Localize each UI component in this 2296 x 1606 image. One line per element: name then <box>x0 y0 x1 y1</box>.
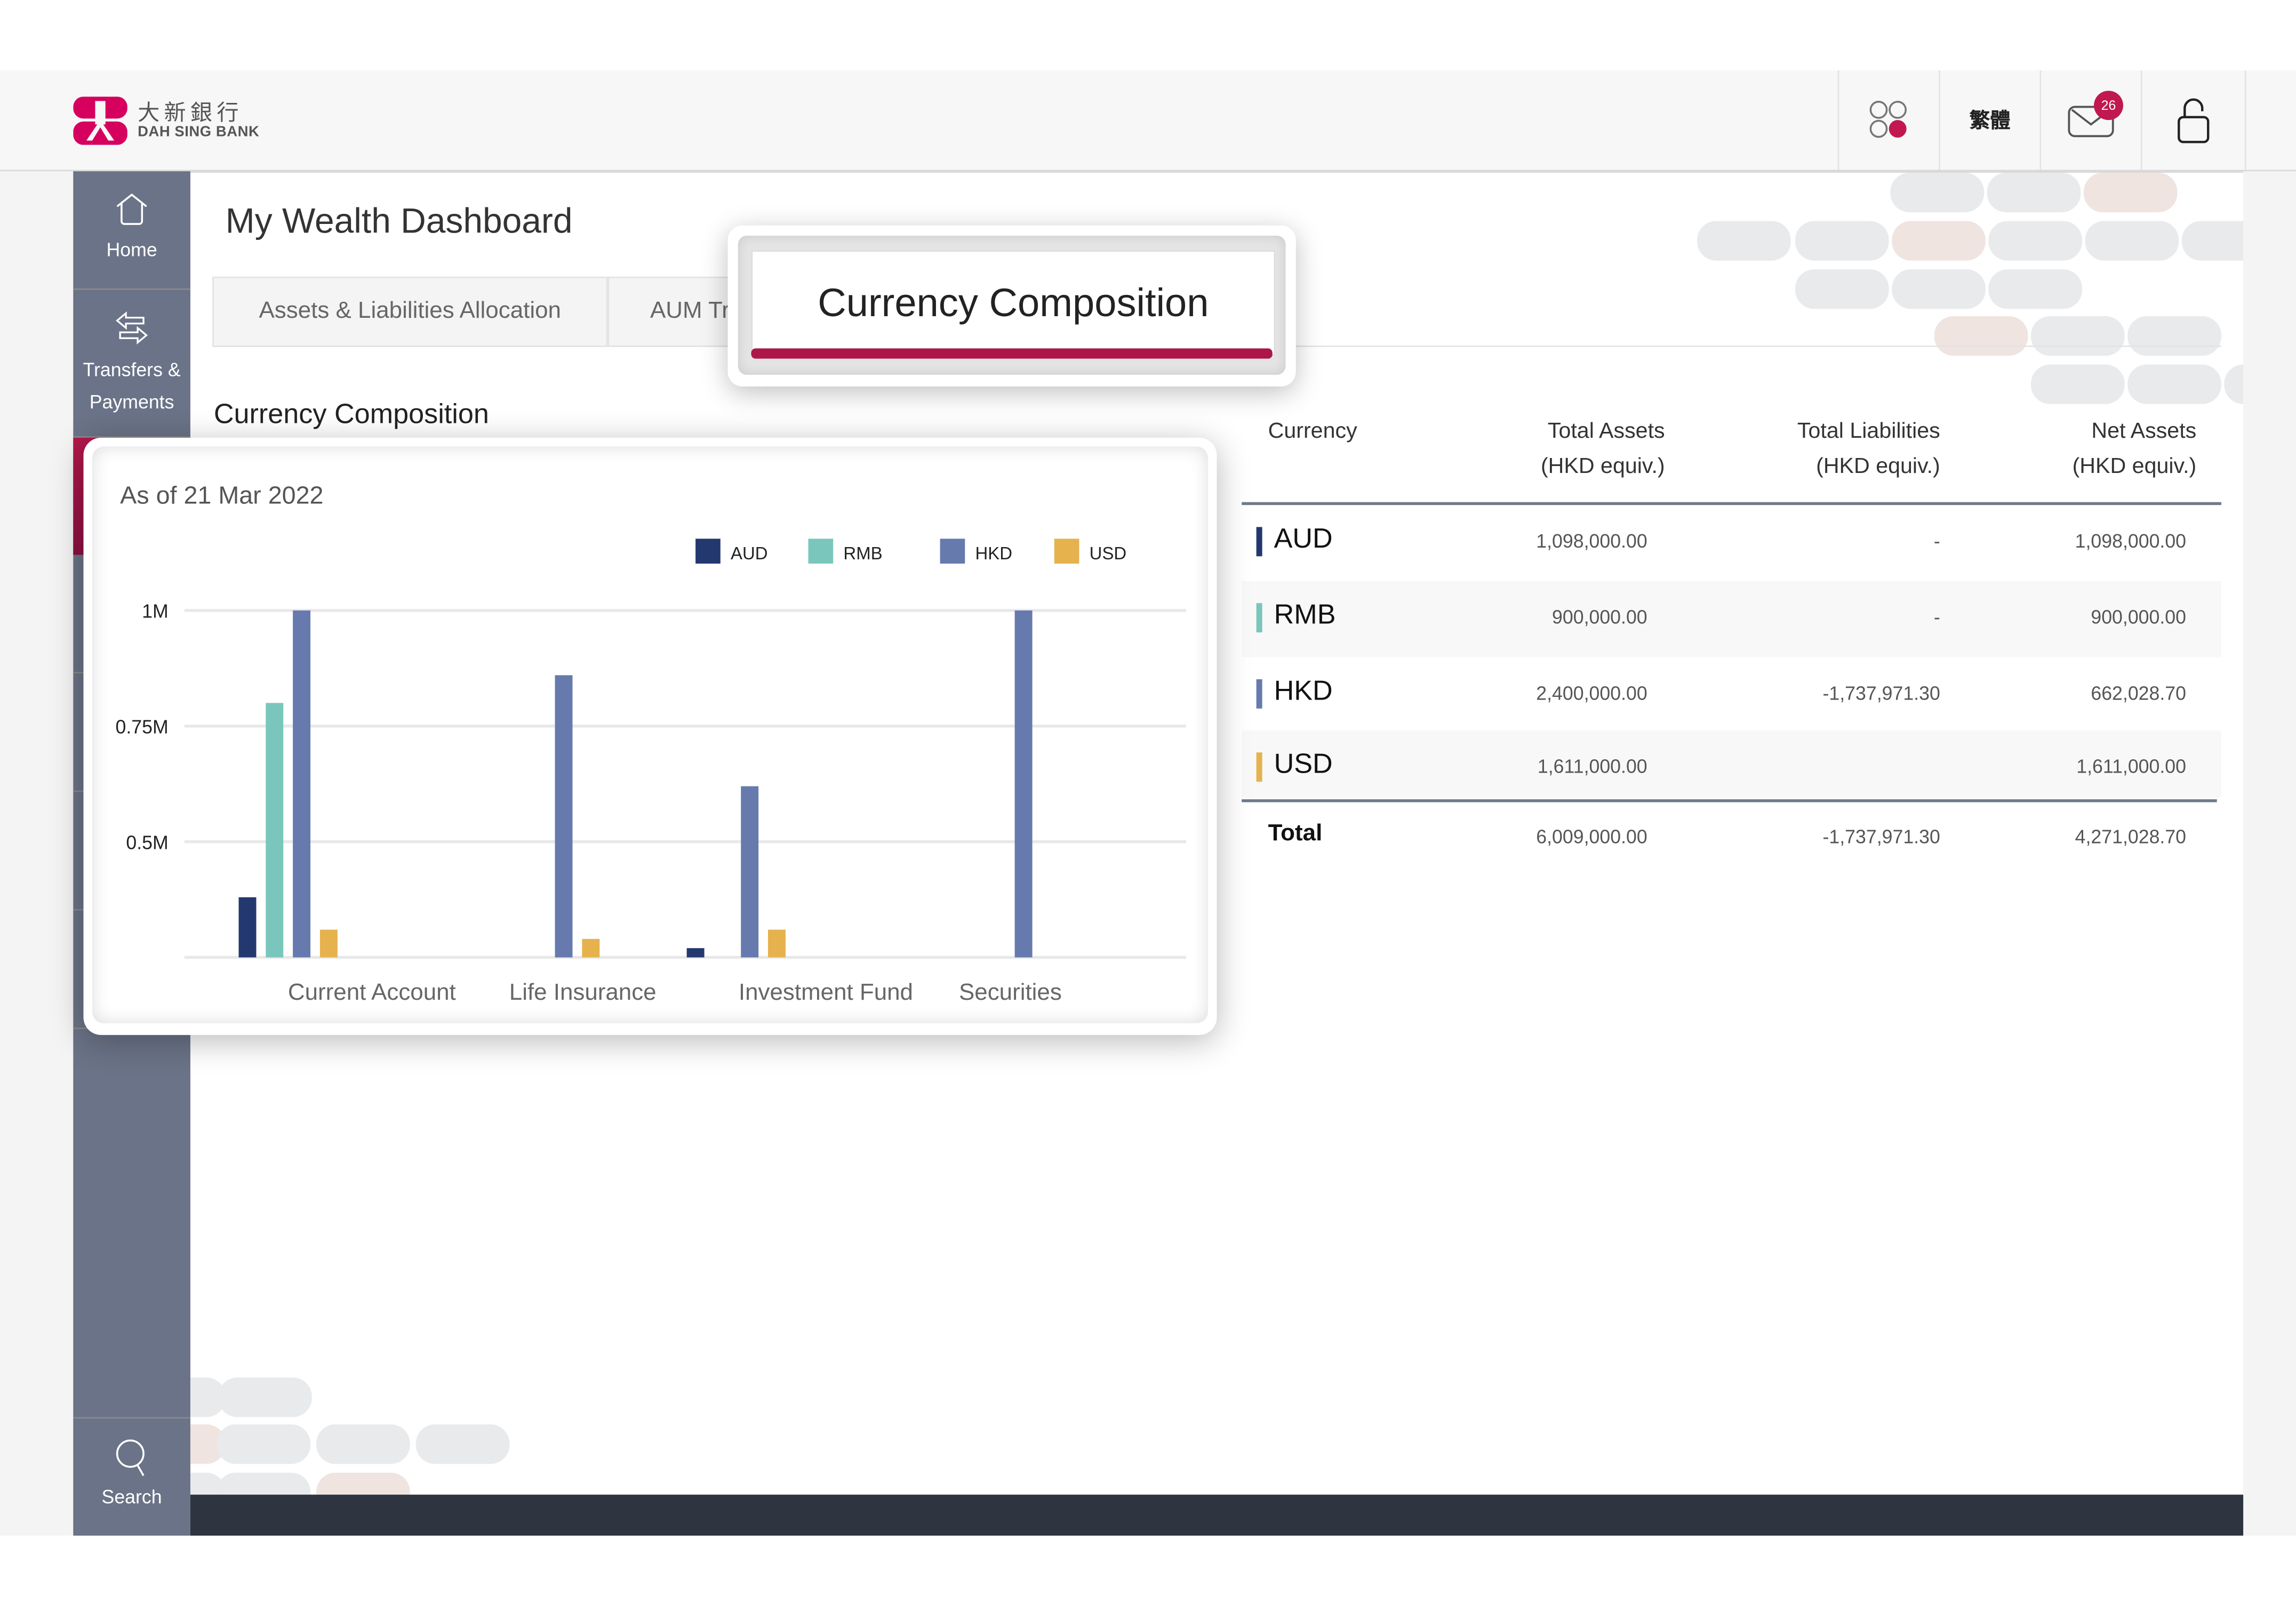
total-assets: 2,400,000.00 <box>1536 682 1647 704</box>
header-line: (HKD equiv.) <box>2072 454 2197 479</box>
total-liabilities: -1,737,971.30 <box>1822 682 1940 704</box>
table-row[interactable]: HKD 2,400,000.00 -1,737,971.30 662,028.7… <box>1242 657 2221 734</box>
total-liabilities: - <box>1933 606 1940 628</box>
bar-aud-current-account[interactable] <box>238 897 257 958</box>
column-header-net-assets: Net Assets (HKD equiv.) <box>2073 414 2197 485</box>
decorative-pattern-bottom <box>190 1376 630 1495</box>
x-tick-label: Securities <box>959 979 1062 1005</box>
right-gutter <box>2243 171 2296 1536</box>
header-line: Net Assets <box>2091 419 2197 444</box>
home-icon <box>116 193 147 225</box>
legend-swatch-rmb <box>808 539 834 564</box>
header-line: (HKD equiv.) <box>1540 454 1665 479</box>
table-row[interactable]: AUD 1,098,000.00 - 1,098,000.00 <box>1242 505 2221 581</box>
legend-label-aud: AUD <box>731 543 768 563</box>
tab-label: Currency Composition <box>818 281 1209 325</box>
x-tick-label: Investment Fund <box>739 979 913 1005</box>
header-line: (HKD equiv.) <box>1816 454 1940 479</box>
bar-usd-investment-fund[interactable] <box>768 929 786 958</box>
currency-color-marker <box>1256 527 1262 557</box>
transfer-icon <box>116 311 148 344</box>
currency-color-marker <box>1256 603 1262 633</box>
table-row[interactable]: RMB 900,000.00 - 900,000.00 <box>1242 581 2221 657</box>
header-line: Total Assets <box>1547 419 1665 444</box>
tab-assets-liabilities[interactable]: Assets & Liabilities Allocation <box>212 276 608 347</box>
tab-currency-composition-highlight[interactable]: Currency Composition <box>727 225 1296 387</box>
total-liabilities: -1,737,971.30 <box>1822 825 1940 848</box>
bar-hkd-life-insurance[interactable] <box>555 675 573 958</box>
x-tick-label: Current Account <box>288 979 456 1005</box>
y-tick-label: 0.75M <box>116 716 169 737</box>
total-row: Total 6,009,000.00 -1,737,971.30 4,271,0… <box>1242 802 2221 870</box>
page-title: My Wealth Dashboard <box>225 202 573 242</box>
legend-label-usd: USD <box>1090 543 1127 563</box>
net-assets: 900,000.00 <box>2091 606 2187 628</box>
table-row[interactable]: USD 1,611,000.00 1,611,000.00 <box>1242 730 2221 798</box>
currency-label: RMB <box>1274 600 1336 631</box>
total-assets: 1,098,000.00 <box>1536 529 1647 552</box>
legend-swatch-usd <box>1054 539 1079 564</box>
y-tick-label: 1M <box>142 601 169 622</box>
sidebar-item-label: Search <box>101 1485 162 1508</box>
legend-label-rmb: RMB <box>843 543 882 563</box>
total-liabilities: - <box>1933 529 1940 552</box>
net-assets: 1,611,000.00 <box>2076 755 2187 777</box>
bar-usd-current-account[interactable] <box>319 929 338 958</box>
y-tick-label: 0.5M <box>126 832 168 853</box>
bar-rmb-current-account[interactable] <box>266 703 284 958</box>
tab-frame: Currency Composition <box>738 236 1286 375</box>
sidebar-item-label: Transfers & Payments <box>83 358 181 413</box>
column-header-total-liabilities: Total Liabilities (HKD equiv.) <box>1797 414 1940 485</box>
legend-swatch-aud <box>695 539 721 564</box>
net-assets: 1,098,000.00 <box>2075 529 2187 552</box>
sidebar-item-label: Home <box>106 238 157 261</box>
currency-color-marker <box>1256 752 1262 782</box>
total-assets: 6,009,000.00 <box>1536 825 1647 848</box>
as-of-date: As of 21 Mar 2022 <box>120 481 324 510</box>
bar-aud-investment-fund[interactable] <box>686 948 705 958</box>
currency-label: USD <box>1274 749 1333 781</box>
sidebar-item-transfers[interactable]: Transfers & Payments <box>73 290 190 438</box>
footer-bar <box>190 1495 2244 1536</box>
bar-hkd-investment-fund[interactable] <box>741 786 759 958</box>
total-assets: 900,000.00 <box>1552 606 1647 628</box>
sidebar-item-home[interactable]: Home <box>73 171 190 290</box>
bar-hkd-securities[interactable] <box>1014 610 1033 958</box>
currency-label: AUD <box>1274 524 1333 555</box>
total-assets: 1,611,000.00 <box>1537 755 1647 777</box>
legend-label-hkd: HKD <box>975 543 1013 563</box>
column-header-total-assets: Total Assets (HKD equiv.) <box>1541 414 1665 485</box>
bar-hkd-current-account[interactable] <box>293 610 311 958</box>
bar-usd-life-insurance[interactable] <box>582 938 600 958</box>
tab-currency-composition[interactable]: Currency Composition <box>751 250 1276 356</box>
header-line: Total Liabilities <box>1797 419 1940 444</box>
search-icon <box>116 1439 145 1476</box>
net-assets: 4,271,028.70 <box>2075 825 2187 848</box>
column-header-currency: Currency <box>1268 419 1357 444</box>
sidebar-item-search[interactable]: Search <box>73 1417 190 1536</box>
total-label: Total <box>1268 821 1323 846</box>
x-tick-label: Life Insurance <box>509 979 657 1005</box>
net-assets: 662,028.70 <box>2091 682 2187 704</box>
legend-swatch-hkd <box>940 539 965 564</box>
currency-bar-chart: 1M 0.75M 0.5M AUD RMB HKD USD Current Account Li… <box>116 539 1186 1005</box>
currency-color-marker <box>1256 679 1262 709</box>
currency-label: HKD <box>1274 676 1333 708</box>
active-tab-indicator <box>751 348 1273 359</box>
section-title: Currency Composition <box>213 399 489 431</box>
